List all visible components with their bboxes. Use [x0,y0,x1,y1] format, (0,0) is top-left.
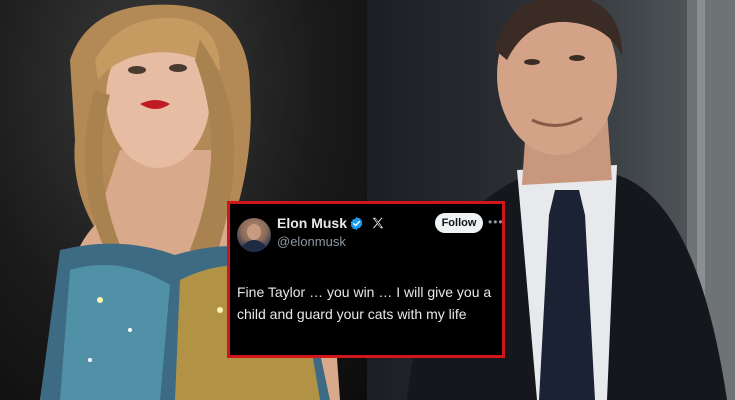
verified-badge-icon [350,216,363,231]
avatar[interactable] [237,218,271,252]
follow-button[interactable]: Follow [435,213,483,233]
tweet-card: Elon Musk @elonmusk Follow ••• Fine Tayl… [227,201,505,358]
x-logo-icon [372,217,384,229]
author-name[interactable]: Elon Musk [277,215,347,231]
tweet-text: Fine Taylor … you win … I will give you … [237,284,492,322]
more-options-icon[interactable]: ••• [488,215,504,229]
handle[interactable]: @elonmusk [277,234,346,249]
